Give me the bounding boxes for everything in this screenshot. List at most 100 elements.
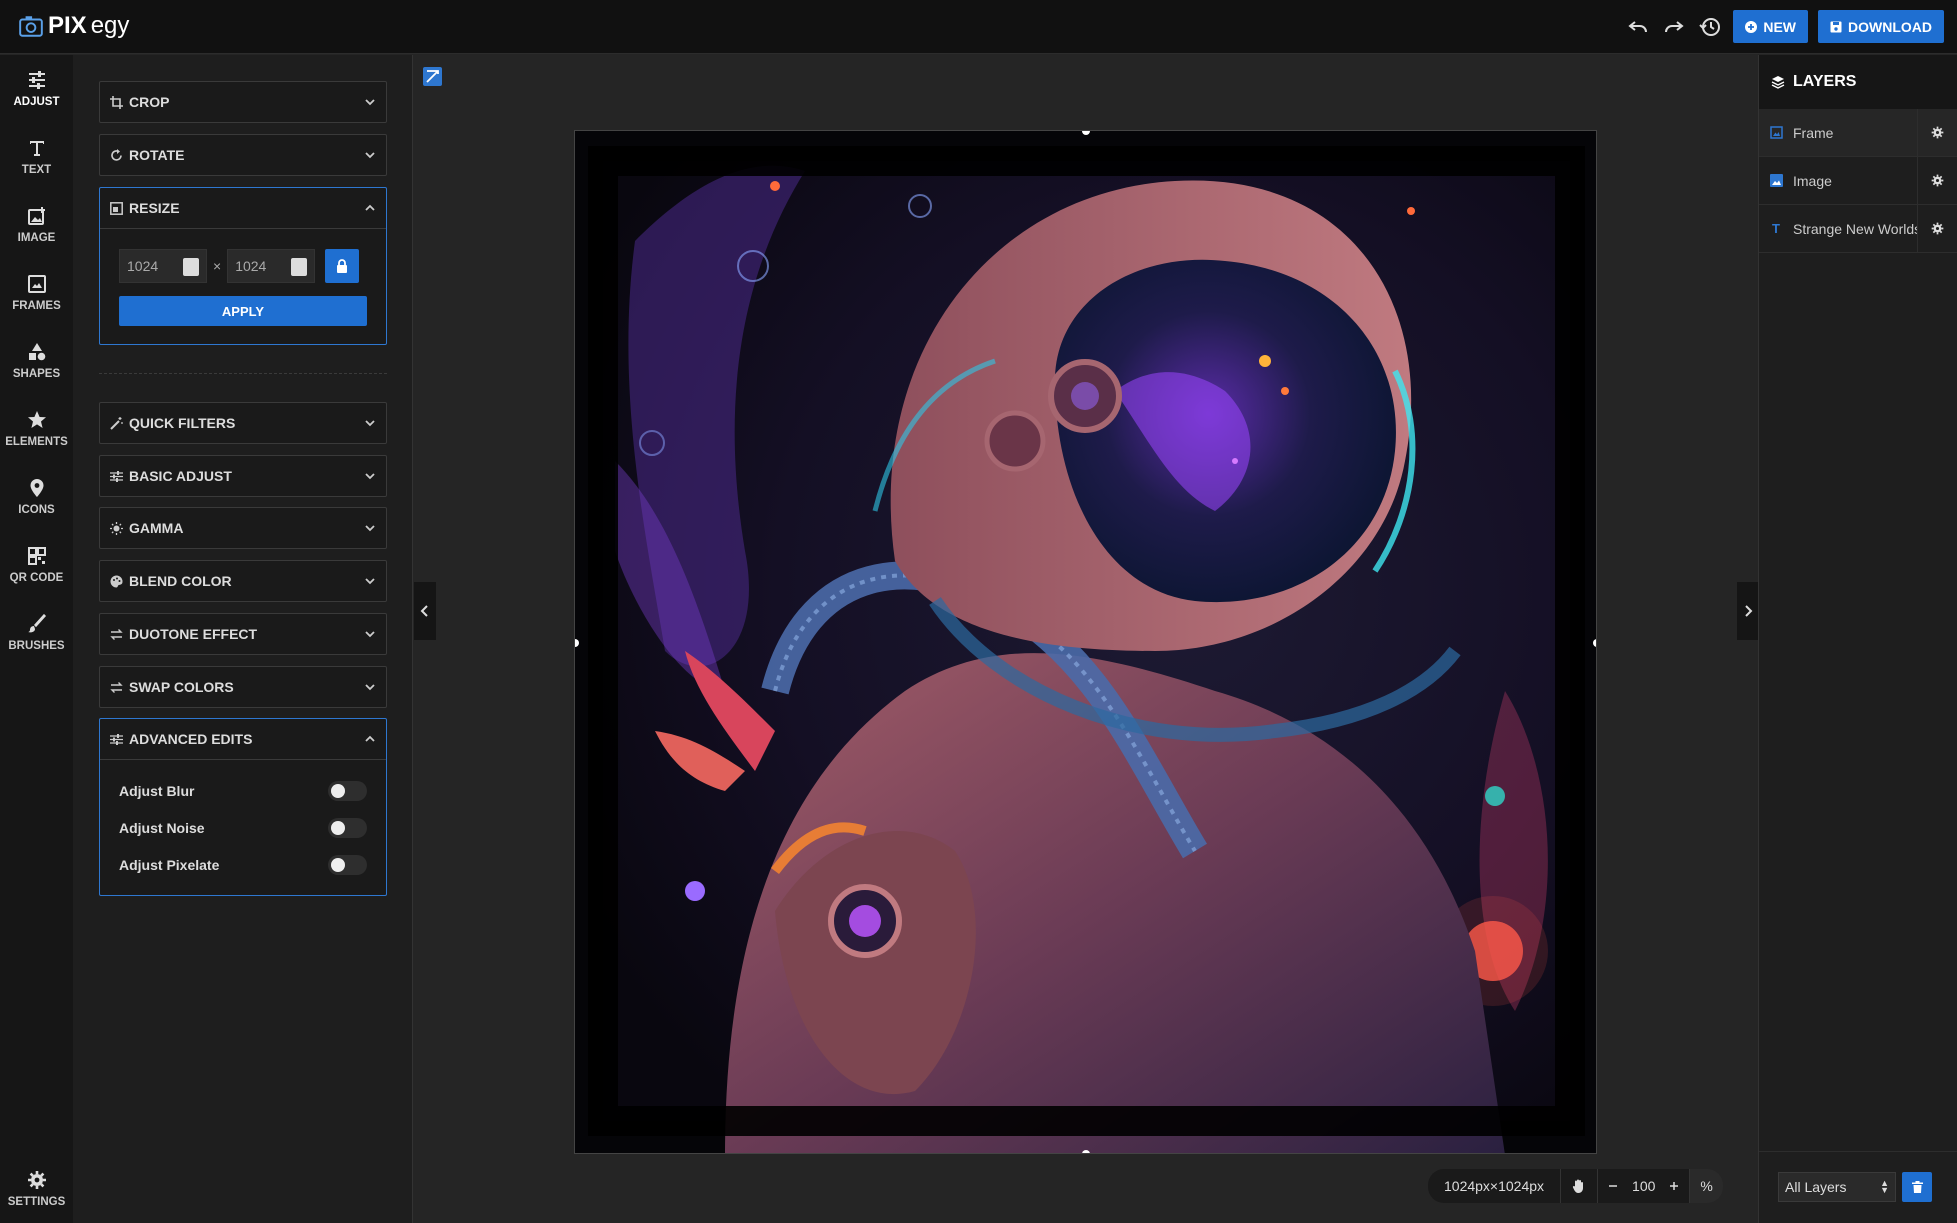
chevron-up-icon [365, 735, 375, 742]
history-button[interactable] [1697, 12, 1723, 42]
minus-icon [1609, 1185, 1618, 1187]
zoom-value[interactable]: 100 [1628, 1169, 1660, 1203]
qr-code-icon [27, 547, 46, 565]
star-icon [27, 411, 46, 428]
width-input[interactable]: 1024 [119, 249, 207, 283]
zoom-percent-button[interactable]: % [1689, 1169, 1723, 1203]
nav-qr-code[interactable]: QR CODE [0, 531, 73, 599]
quick-filters-section[interactable]: QUICK FILTERS [99, 402, 387, 444]
gear-icon [1931, 174, 1944, 187]
chevron-down-icon [365, 420, 375, 427]
layer-item[interactable]: Image [1759, 156, 1957, 205]
history-icon [1699, 17, 1721, 36]
nav-icons-label: ICONS [18, 504, 55, 516]
layer-item[interactable]: T Strange New Worlds [1759, 204, 1957, 253]
nav-frames[interactable]: FRAMES [0, 259, 73, 327]
adjust-noise-row: Adjust Noise [119, 809, 367, 846]
quick-filters-label: QUICK FILTERS [129, 415, 236, 431]
nav-brushes[interactable]: BRUSHES [0, 599, 73, 667]
nav-icons[interactable]: ICONS [0, 463, 73, 531]
basic-adjust-section[interactable]: BASIC ADJUST [99, 455, 387, 497]
blend-color-section[interactable]: BLEND COLOR [99, 560, 387, 602]
download-button[interactable]: DOWNLOAD [1818, 10, 1944, 43]
zoom-bar: 1024px×1024px 100 % [1428, 1169, 1723, 1203]
delete-layer-button[interactable] [1902, 1172, 1932, 1202]
adjust-noise-toggle[interactable] [328, 817, 367, 838]
layers-panel: LAYERS Frame Image T Strange New Worlds … [1758, 55, 1957, 1223]
sliders-icon [110, 470, 123, 482]
zoom-out-button[interactable] [1597, 1169, 1629, 1203]
layer-filter-select[interactable]: All Layers ▲ ▼ [1778, 1172, 1896, 1202]
apply-button[interactable]: APPLY [119, 296, 367, 326]
camera-icon [19, 16, 43, 37]
duotone-label: DUOTONE EFFECT [129, 626, 258, 642]
new-button[interactable]: NEW [1733, 10, 1808, 43]
undo-button[interactable] [1625, 12, 1651, 42]
canvas-area [414, 55, 1759, 1223]
chevron-down-icon [365, 684, 375, 691]
plus-icon [1670, 1182, 1679, 1190]
nav-elements-label: ELEMENTS [5, 436, 68, 448]
nav-settings-label: SETTINGS [7, 1196, 66, 1208]
chevron-down-icon [365, 99, 375, 106]
nav-adjust[interactable]: ADJUST [0, 55, 73, 123]
app-logo[interactable]: PIX egy [18, 12, 129, 40]
canvas-artwork[interactable] [574, 130, 1597, 1154]
layer-settings-button[interactable] [1917, 108, 1957, 157]
nav-image[interactable]: IMAGE [0, 191, 73, 259]
redo-icon [1665, 20, 1684, 32]
pan-tool-button[interactable] [1560, 1169, 1598, 1203]
nav-settings[interactable]: SETTINGS [0, 1155, 73, 1223]
shapes-icon [28, 343, 45, 361]
crop-section[interactable]: CROP [99, 81, 387, 123]
gamma-section[interactable]: GAMMA [99, 507, 387, 549]
nav-elements[interactable]: ELEMENTS [0, 395, 73, 463]
new-label: NEW [1763, 18, 1796, 35]
frame-icon [27, 275, 46, 293]
collapse-right-button[interactable] [1737, 582, 1759, 640]
nav-brushes-label: BRUSHES [8, 640, 65, 652]
layer-settings-button[interactable] [1917, 156, 1957, 205]
nav-qr-code-label: QR CODE [9, 572, 64, 584]
adjust-pixelate-toggle[interactable] [328, 854, 367, 875]
height-input[interactable]: 1024 [227, 249, 316, 283]
palette-icon [110, 575, 123, 587]
swap-colors-section[interactable]: SWAP COLORS [99, 666, 387, 708]
zoom-in-button[interactable] [1659, 1169, 1690, 1203]
frame-icon [1769, 126, 1783, 140]
resize-handle[interactable] [1082, 1150, 1090, 1153]
hand-icon [1572, 1179, 1584, 1193]
swap-arrows-icon [110, 628, 123, 640]
nav-text-label: TEXT [21, 164, 52, 176]
width-value: 1024 [127, 258, 159, 274]
rotate-section[interactable]: ROTATE [99, 134, 387, 176]
adjust-blur-toggle[interactable] [328, 780, 367, 801]
adjust-pixelate-label: Adjust Pixelate [119, 856, 220, 873]
canvas-corner-icon[interactable] [423, 67, 442, 86]
height-stepper[interactable] [291, 258, 308, 276]
collapse-left-button[interactable] [414, 582, 436, 640]
layer-item[interactable]: Frame [1759, 108, 1957, 157]
redo-button[interactable] [1661, 12, 1687, 42]
text-icon [29, 141, 44, 156]
panel-divider [99, 373, 387, 374]
rotate-label: ROTATE [129, 147, 185, 163]
duotone-section[interactable]: DUOTONE EFFECT [99, 613, 387, 655]
layer-settings-button[interactable] [1917, 204, 1957, 253]
chevron-left-icon [420, 605, 428, 617]
gear-icon [1931, 222, 1944, 235]
layers-title: LAYERS [1793, 73, 1857, 90]
width-stepper[interactable] [183, 258, 199, 276]
resize-header[interactable]: RESIZE [100, 188, 386, 228]
nav-text[interactable]: TEXT [0, 123, 73, 191]
aspect-lock-button[interactable] [325, 249, 360, 283]
gamma-label: GAMMA [129, 520, 184, 536]
advanced-edits-header[interactable]: ADVANCED EDITS [100, 719, 386, 759]
nav-shapes[interactable]: SHAPES [0, 327, 73, 395]
resize-handle[interactable] [1593, 639, 1596, 647]
layer-name: Image [1793, 172, 1832, 189]
nav-adjust-label: ADJUST [13, 96, 60, 108]
layer-filter-value: All Layers [1785, 1179, 1847, 1195]
resize-section: RESIZE 1024 × 1024 APPLY [99, 187, 387, 345]
swap-arrows-icon [110, 681, 123, 693]
